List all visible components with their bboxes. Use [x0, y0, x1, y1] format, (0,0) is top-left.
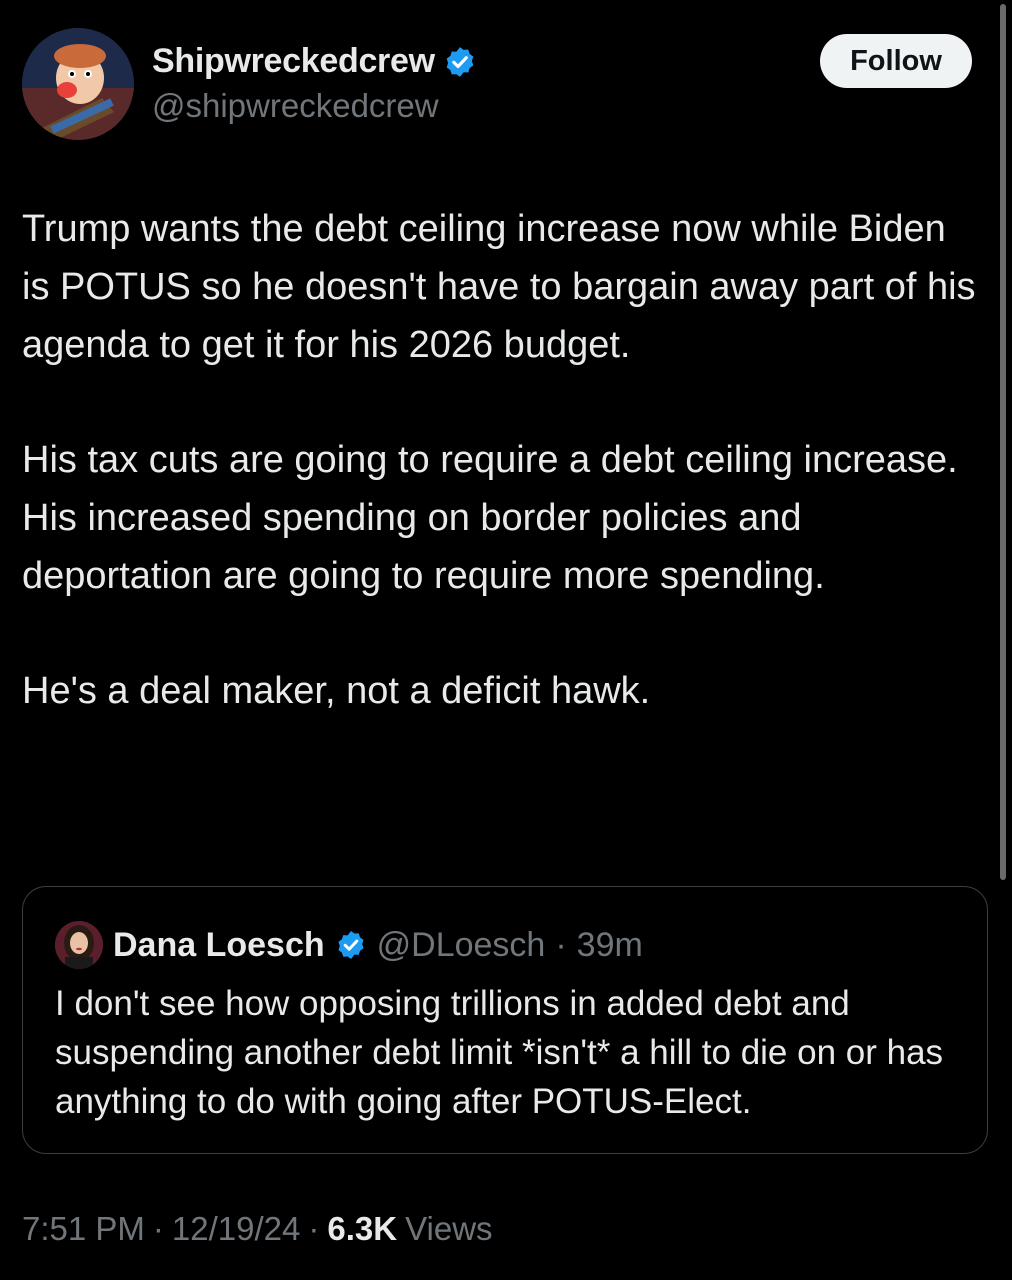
- author-avatar[interactable]: [22, 28, 134, 140]
- quote-author-avatar[interactable]: [55, 921, 103, 969]
- separator-dot: ·: [152, 1210, 164, 1247]
- verified-badge-icon[interactable]: [443, 45, 477, 79]
- views-label: Views: [405, 1210, 493, 1247]
- quote-timestamp[interactable]: 39m: [577, 926, 643, 965]
- tweet-time[interactable]: 7:51 PM: [22, 1210, 145, 1248]
- tweet-body: Trump wants the debt ceiling increase no…: [22, 200, 982, 777]
- tweet-date[interactable]: 12/19/24: [172, 1210, 300, 1248]
- quoted-tweet-text: I don't see how opposing trillions in ad…: [55, 984, 944, 1121]
- follow-button[interactable]: Follow: [820, 34, 972, 88]
- separator-dot: ·: [555, 925, 567, 964]
- author-display-name[interactable]: Shipwreckedcrew: [152, 42, 435, 81]
- tweet-metadata: 7:51 PM · 12/19/24 · 6.3K Views: [22, 1210, 493, 1248]
- woman-avatar-icon: [55, 921, 103, 969]
- tweet-paragraph: His tax cuts are going to require a debt…: [22, 439, 958, 597]
- tweet-paragraph: He's a deal maker, not a deficit hawk.: [22, 670, 651, 712]
- quote-author-name[interactable]: Dana Loesch: [113, 926, 325, 965]
- display-name-row: Shipwreckedcrew: [152, 42, 477, 81]
- scrollbar[interactable]: [1000, 4, 1006, 880]
- tweet-paragraph: Trump wants the debt ceiling increase no…: [22, 208, 976, 366]
- quoted-tweet-header: Dana Loesch @DLoesch · 39m: [55, 921, 643, 969]
- separator-dot: ·: [308, 1210, 320, 1247]
- views-count[interactable]: 6.3K: [327, 1210, 397, 1248]
- quote-author-handle[interactable]: @DLoesch: [377, 926, 546, 965]
- quoted-tweet-card[interactable]: Dana Loesch @DLoesch · 39m I don't see h…: [22, 886, 988, 1154]
- cartoon-avatar-icon: [22, 28, 134, 140]
- author-handle[interactable]: @shipwreckedcrew: [152, 87, 477, 125]
- author-info: Shipwreckedcrew @shipwreckedcrew: [152, 42, 477, 125]
- verified-badge-icon[interactable]: [335, 929, 367, 961]
- tweet-header: Shipwreckedcrew @shipwreckedcrew Follow: [22, 28, 972, 140]
